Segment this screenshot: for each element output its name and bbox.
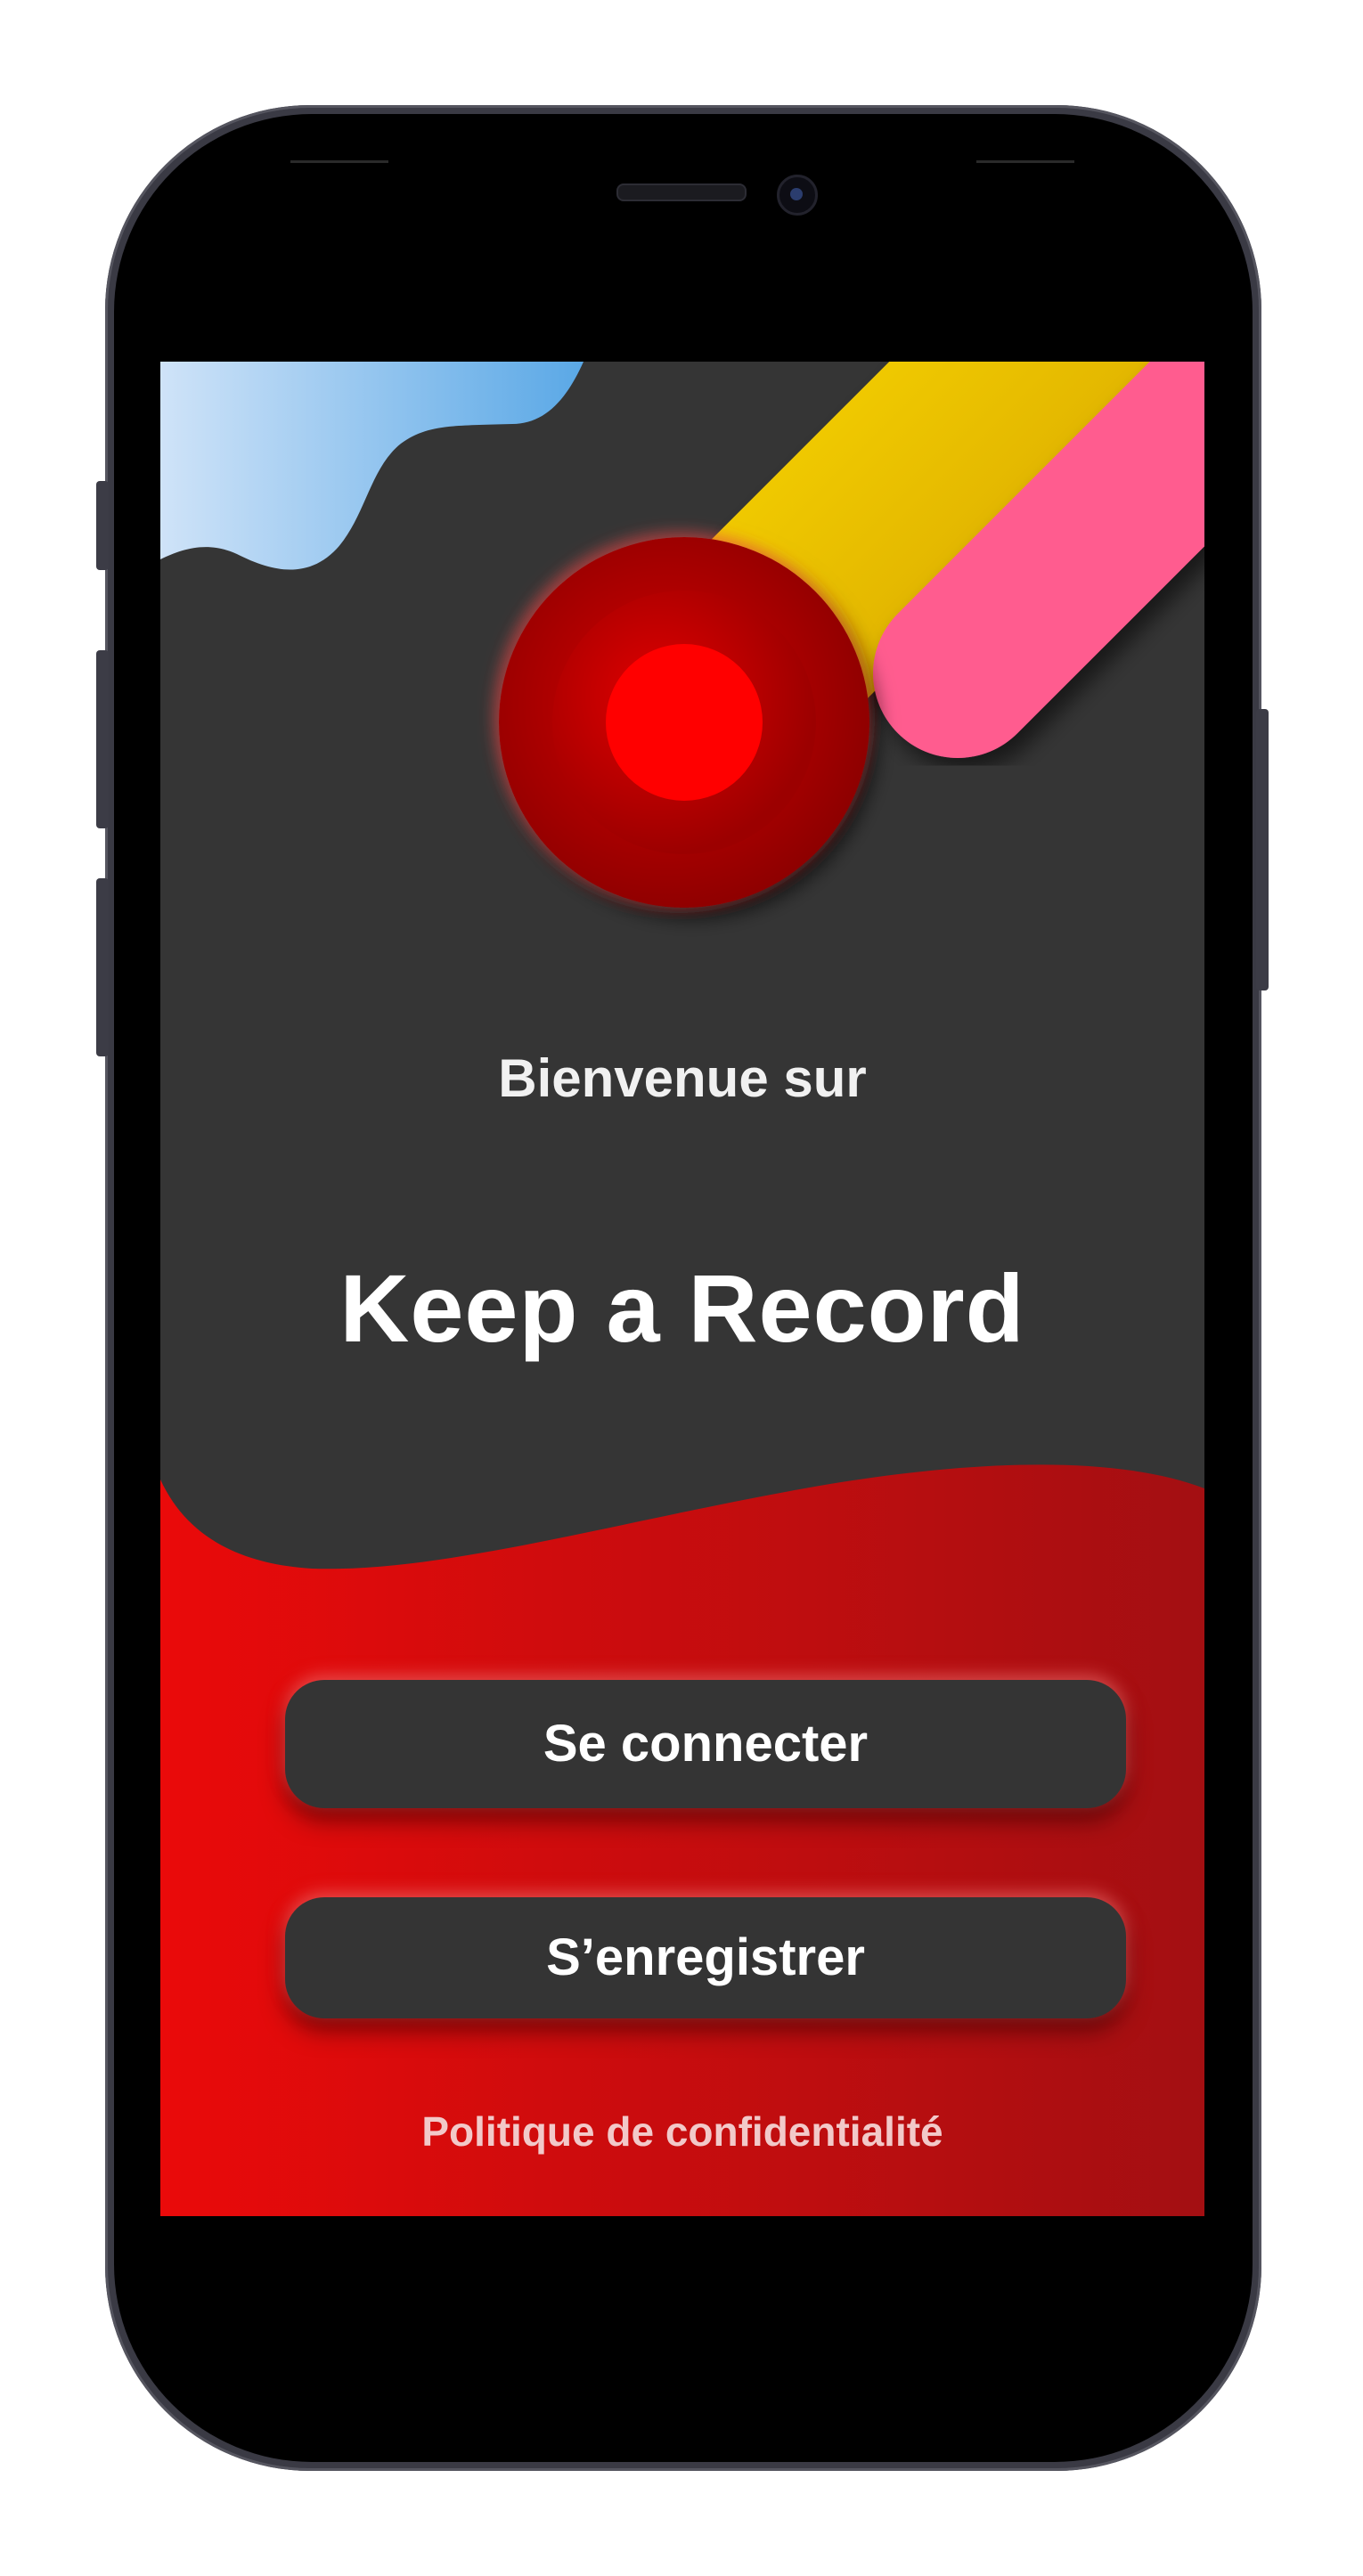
front-camera	[777, 175, 818, 216]
welcome-screen: Bienvenue sur Keep a Record Se connecter…	[160, 362, 1204, 2216]
welcome-text: Bienvenue sur	[498, 1048, 867, 1108]
red-wave-shape	[160, 1464, 1204, 2216]
antenna-line-right	[976, 160, 1074, 163]
blue-wave-shape	[160, 362, 584, 570]
record-button-icon	[499, 537, 869, 908]
antenna-line-left	[290, 160, 388, 163]
speaker-grille	[616, 183, 747, 201]
volume-up-button	[96, 650, 109, 828]
register-button[interactable]: S’enregistrer	[285, 1897, 1126, 2018]
privacy-policy-link[interactable]: Politique de confidentialité	[160, 2107, 1204, 2156]
login-button[interactable]: Se connecter	[285, 1680, 1126, 1808]
mute-switch	[96, 481, 109, 570]
app-title: Keep a Record	[339, 1254, 1025, 1362]
power-button	[1256, 709, 1269, 990]
volume-down-button	[96, 878, 109, 1056]
